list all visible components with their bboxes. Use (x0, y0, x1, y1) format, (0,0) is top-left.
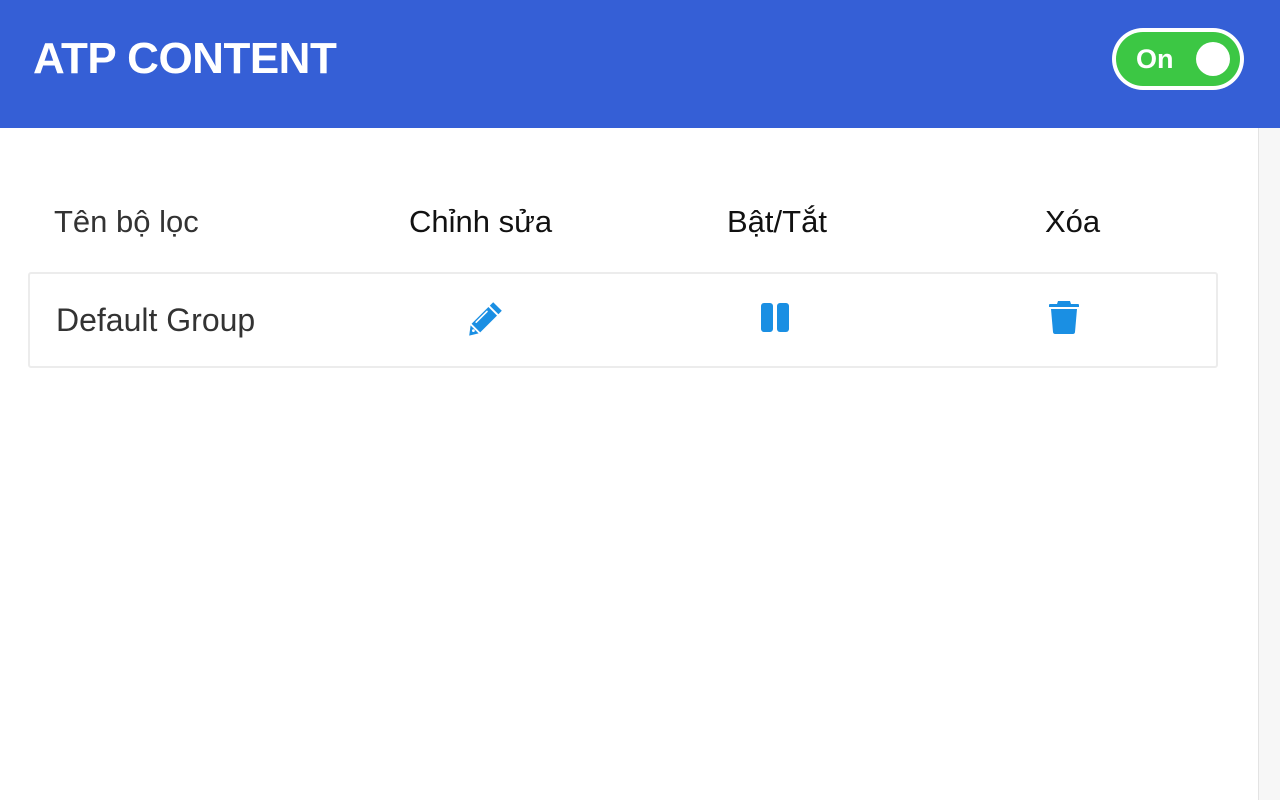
pencil-icon[interactable] (466, 298, 506, 338)
pause-icon[interactable] (756, 298, 796, 338)
app-header: ATP CONTENT On (0, 0, 1280, 128)
app-title: ATP CONTENT (33, 34, 337, 83)
table-row: Default Group (28, 272, 1218, 368)
power-toggle[interactable]: On (1112, 28, 1244, 90)
column-header-edit: Chỉnh sửa (409, 204, 553, 239)
toggle-track: On (1116, 32, 1240, 86)
trash-icon[interactable] (1044, 298, 1084, 338)
toggle-knob (1196, 42, 1230, 76)
column-header-toggle: Bật/Tắt (727, 204, 827, 239)
toggle-label: On (1136, 44, 1174, 74)
column-header-delete: Xóa (1045, 204, 1101, 239)
scrollbar[interactable] (1258, 128, 1280, 800)
column-header-filter-name: Tên bộ lọc (54, 204, 199, 239)
filter-name: Default Group (56, 302, 256, 338)
